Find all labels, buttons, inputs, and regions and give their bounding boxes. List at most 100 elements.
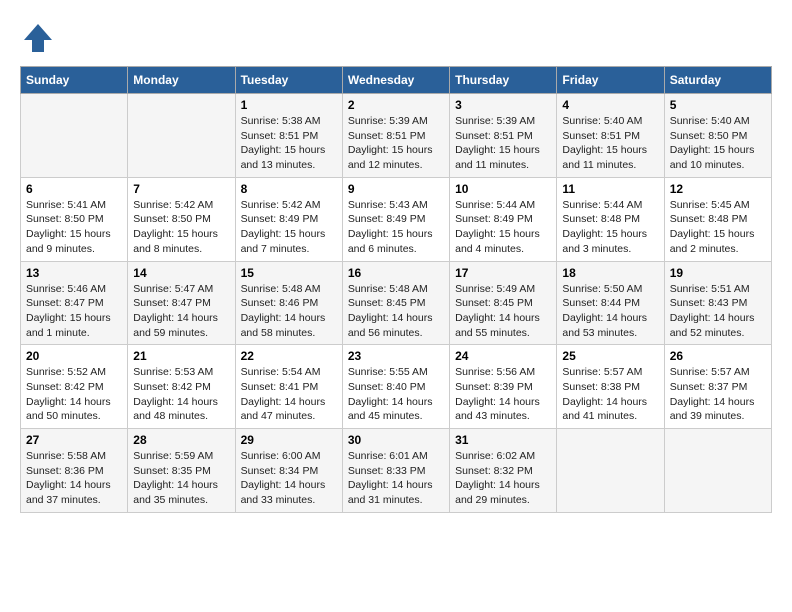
column-header-thursday: Thursday: [450, 67, 557, 94]
calendar-cell: 12Sunrise: 5:45 AM Sunset: 8:48 PM Dayli…: [664, 177, 771, 261]
day-number: 16: [348, 266, 444, 280]
calendar-cell: 21 Sunrise: 5:53 AM Sunset: 8:42 PM Dayli…: [128, 345, 235, 429]
calendar-table: SundayMondayTuesdayWednesdayThursdayFrid…: [20, 66, 772, 513]
day-info: Sunrise: 5:51 AM Sunset: 8:43 PM Dayligh…: [670, 282, 766, 341]
calendar-cell: 27 Sunrise: 5:58 AM Sunset: 8:36 PM Dayli…: [21, 429, 128, 513]
day-info: Sunrise: 5:39 AM Sunset: 8:51 PM Dayligh…: [348, 114, 444, 173]
calendar-cell: 30 Sunrise: 6:01 AM Sunset: 8:33 PM Dayli…: [342, 429, 449, 513]
calendar-cell: 19 Sunrise: 5:51 AM Sunset: 8:43 PM Dayli…: [664, 261, 771, 345]
calendar-cell: [557, 429, 664, 513]
calendar-cell: 20Sunrise: 5:52 AM Sunset: 8:42 PM Dayli…: [21, 345, 128, 429]
day-info: Sunrise: 5:50 AM Sunset: 8:44 PM Dayligh…: [562, 282, 658, 341]
calendar-cell: 7 Sunrise: 5:42 AM Sunset: 8:50 PM Daylig…: [128, 177, 235, 261]
day-info: Sunrise: 5:46 AM Sunset: 8:47 PM Dayligh…: [26, 282, 122, 341]
logo-icon: [20, 20, 56, 56]
calendar-cell: 29 Sunrise: 6:00 AM Sunset: 8:34 PM Dayli…: [235, 429, 342, 513]
week-row: 1 Sunrise: 5:38 AM Sunset: 8:51 PM Daylig…: [21, 94, 772, 178]
logo: [20, 20, 62, 56]
calendar-cell: 25 Sunrise: 5:57 AM Sunset: 8:38 PM Dayli…: [557, 345, 664, 429]
day-number: 22: [241, 349, 337, 363]
day-info: Sunrise: 5:44 AM Sunset: 8:48 PM Dayligh…: [562, 198, 658, 257]
day-info: Sunrise: 5:57 AM Sunset: 8:38 PM Dayligh…: [562, 365, 658, 424]
calendar-cell: 16 Sunrise: 5:48 AM Sunset: 8:45 PM Dayli…: [342, 261, 449, 345]
day-info: Sunrise: 5:39 AM Sunset: 8:51 PM Dayligh…: [455, 114, 551, 173]
calendar-cell: 14 Sunrise: 5:47 AM Sunset: 8:47 PM Dayli…: [128, 261, 235, 345]
day-number: 23: [348, 349, 444, 363]
column-header-friday: Friday: [557, 67, 664, 94]
day-info: Sunrise: 5:53 AM Sunset: 8:42 PM Dayligh…: [133, 365, 229, 424]
day-number: 28: [133, 433, 229, 447]
day-number: 25: [562, 349, 658, 363]
day-info: Sunrise: 5:43 AM Sunset: 8:49 PM Dayligh…: [348, 198, 444, 257]
day-number: 14: [133, 266, 229, 280]
calendar-cell: [21, 94, 128, 178]
day-info: Sunrise: 6:01 AM Sunset: 8:33 PM Dayligh…: [348, 449, 444, 508]
calendar-cell: 31 Sunrise: 6:02 AM Sunset: 8:32 PM Dayli…: [450, 429, 557, 513]
day-number: 19: [670, 266, 766, 280]
day-number: 7: [133, 182, 229, 196]
day-info: Sunrise: 5:57 AM Sunset: 8:37 PM Dayligh…: [670, 365, 766, 424]
day-info: Sunrise: 5:55 AM Sunset: 8:40 PM Dayligh…: [348, 365, 444, 424]
day-info: Sunrise: 5:58 AM Sunset: 8:36 PM Dayligh…: [26, 449, 122, 508]
day-info: Sunrise: 6:00 AM Sunset: 8:34 PM Dayligh…: [241, 449, 337, 508]
page-header: [20, 20, 772, 56]
calendar-cell: 22 Sunrise: 5:54 AM Sunset: 8:41 PM Dayli…: [235, 345, 342, 429]
day-info: Sunrise: 5:48 AM Sunset: 8:46 PM Dayligh…: [241, 282, 337, 341]
day-number: 24: [455, 349, 551, 363]
calendar-cell: 1 Sunrise: 5:38 AM Sunset: 8:51 PM Daylig…: [235, 94, 342, 178]
calendar-cell: 3 Sunrise: 5:39 AM Sunset: 8:51 PM Daylig…: [450, 94, 557, 178]
day-info: Sunrise: 6:02 AM Sunset: 8:32 PM Dayligh…: [455, 449, 551, 508]
header-row: SundayMondayTuesdayWednesdayThursdayFrid…: [21, 67, 772, 94]
calendar-cell: 8 Sunrise: 5:42 AM Sunset: 8:49 PM Daylig…: [235, 177, 342, 261]
day-info: Sunrise: 5:40 AM Sunset: 8:50 PM Dayligh…: [670, 114, 766, 173]
day-info: Sunrise: 5:42 AM Sunset: 8:50 PM Dayligh…: [133, 198, 229, 257]
calendar-cell: 18 Sunrise: 5:50 AM Sunset: 8:44 PM Dayli…: [557, 261, 664, 345]
calendar-cell: 17 Sunrise: 5:49 AM Sunset: 8:45 PM Dayli…: [450, 261, 557, 345]
day-info: Sunrise: 5:59 AM Sunset: 8:35 PM Dayligh…: [133, 449, 229, 508]
day-number: 10: [455, 182, 551, 196]
day-number: 30: [348, 433, 444, 447]
calendar-cell: 9Sunrise: 5:43 AM Sunset: 8:49 PM Daylig…: [342, 177, 449, 261]
day-info: Sunrise: 5:49 AM Sunset: 8:45 PM Dayligh…: [455, 282, 551, 341]
week-row: 27 Sunrise: 5:58 AM Sunset: 8:36 PM Dayli…: [21, 429, 772, 513]
column-header-sunday: Sunday: [21, 67, 128, 94]
day-number: 27: [26, 433, 122, 447]
week-row: 13Sunrise: 5:46 AM Sunset: 8:47 PM Dayli…: [21, 261, 772, 345]
day-number: 11: [562, 182, 658, 196]
day-info: Sunrise: 5:42 AM Sunset: 8:49 PM Dayligh…: [241, 198, 337, 257]
column-header-wednesday: Wednesday: [342, 67, 449, 94]
day-number: 21: [133, 349, 229, 363]
calendar-cell: 10 Sunrise: 5:44 AM Sunset: 8:49 PM Dayli…: [450, 177, 557, 261]
week-row: 6 Sunrise: 5:41 AM Sunset: 8:50 PM Daylig…: [21, 177, 772, 261]
day-info: Sunrise: 5:38 AM Sunset: 8:51 PM Dayligh…: [241, 114, 337, 173]
calendar-cell: [128, 94, 235, 178]
column-header-saturday: Saturday: [664, 67, 771, 94]
column-header-tuesday: Tuesday: [235, 67, 342, 94]
calendar-cell: 15Sunrise: 5:48 AM Sunset: 8:46 PM Dayli…: [235, 261, 342, 345]
calendar-cell: 4Sunrise: 5:40 AM Sunset: 8:51 PM Daylig…: [557, 94, 664, 178]
day-number: 2: [348, 98, 444, 112]
day-number: 5: [670, 98, 766, 112]
calendar-cell: 24 Sunrise: 5:56 AM Sunset: 8:39 PM Dayli…: [450, 345, 557, 429]
calendar-cell: 28 Sunrise: 5:59 AM Sunset: 8:35 PM Dayli…: [128, 429, 235, 513]
day-number: 3: [455, 98, 551, 112]
day-info: Sunrise: 5:47 AM Sunset: 8:47 PM Dayligh…: [133, 282, 229, 341]
day-number: 31: [455, 433, 551, 447]
calendar-cell: 2 Sunrise: 5:39 AM Sunset: 8:51 PM Daylig…: [342, 94, 449, 178]
day-number: 6: [26, 182, 122, 196]
day-number: 8: [241, 182, 337, 196]
day-info: Sunrise: 5:54 AM Sunset: 8:41 PM Dayligh…: [241, 365, 337, 424]
day-info: Sunrise: 5:44 AM Sunset: 8:49 PM Dayligh…: [455, 198, 551, 257]
day-number: 1: [241, 98, 337, 112]
column-header-monday: Monday: [128, 67, 235, 94]
day-info: Sunrise: 5:41 AM Sunset: 8:50 PM Dayligh…: [26, 198, 122, 257]
calendar-cell: 5 Sunrise: 5:40 AM Sunset: 8:50 PM Daylig…: [664, 94, 771, 178]
calendar-cell: 23 Sunrise: 5:55 AM Sunset: 8:40 PM Dayli…: [342, 345, 449, 429]
day-number: 18: [562, 266, 658, 280]
day-number: 17: [455, 266, 551, 280]
calendar-cell: 6 Sunrise: 5:41 AM Sunset: 8:50 PM Daylig…: [21, 177, 128, 261]
day-number: 29: [241, 433, 337, 447]
day-info: Sunrise: 5:56 AM Sunset: 8:39 PM Dayligh…: [455, 365, 551, 424]
day-info: Sunrise: 5:48 AM Sunset: 8:45 PM Dayligh…: [348, 282, 444, 341]
calendar-cell: 13Sunrise: 5:46 AM Sunset: 8:47 PM Dayli…: [21, 261, 128, 345]
